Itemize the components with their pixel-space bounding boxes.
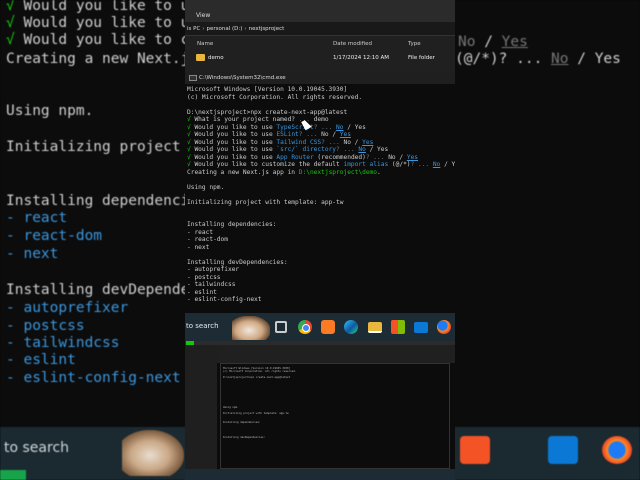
cmd-icon (189, 75, 197, 81)
terminal-line: - tailwindcss (187, 281, 236, 288)
terminal-line: (c) Microsoft Corporation. All rights re… (187, 93, 363, 101)
terminal-line: √ Would you like to customize the defaul… (187, 161, 455, 168)
thumbnail-line: Using npm. (223, 406, 239, 409)
column-date-modified[interactable]: Date modified (333, 41, 372, 47)
edge-icon[interactable] (344, 320, 358, 334)
bg-line: Initializing project w (6, 139, 199, 155)
mail-icon (548, 436, 578, 464)
chrome-icon[interactable] (298, 320, 312, 334)
thumbnail-explorer (217, 345, 455, 363)
taskbar: to search (185, 313, 455, 341)
bg-line: √ Would you like to use (6, 15, 207, 31)
terminal-line: √ Would you like to use Tailwind CSS? ..… (187, 138, 374, 146)
file-explorer-window: View is PC › personal (D:) › nextjsproject N… (185, 0, 455, 72)
column-name[interactable]: Name (197, 41, 213, 47)
bg-line: - react-dom (6, 228, 103, 244)
thumbnail-line: Installing dependencies: (223, 421, 261, 424)
file-name: demo (208, 55, 224, 61)
terminal-line: √ Would you like to use App Router (reco… (187, 153, 419, 161)
terminal-line: - autoprefixer (187, 266, 240, 273)
bg-line: Installing dependencie (6, 193, 199, 209)
bg-line: - eslint (6, 352, 76, 368)
explorer-menu-bar: View (185, 0, 455, 22)
terminal-line: Creating a new Next.js app in D:\nextjsp… (187, 168, 381, 176)
bg-line: Creating a new Next.js (6, 51, 199, 67)
bg-line: - tailwindcss (6, 335, 120, 351)
bg-line: - eslint-config-next (6, 370, 181, 386)
task-view-icon[interactable] (275, 321, 287, 333)
store-icon[interactable] (391, 320, 405, 334)
terminal-line: √ Would you like to use TypeScript? ... … (187, 123, 366, 131)
desktop-screen: View is PC › personal (D:) › nextjsproject N… (185, 0, 455, 480)
terminal-line: Using npm. (187, 183, 225, 191)
menu-view[interactable]: View (196, 12, 210, 19)
cmd-title: C:\Windows\System32\cmd.exe (199, 75, 286, 81)
terminal-line: √ Would you like to use ESLint? ... No /… (187, 131, 351, 138)
thumbnail-line: (c) Microsoft Corporation. All rights re… (223, 370, 297, 373)
bg-line: √ Would you like to use (6, 0, 207, 14)
terminal-line: √ Would you like to use `src/` directory… (187, 146, 389, 153)
column-headers: Name Date modified Type (185, 38, 455, 50)
bg-line: Using npm. (6, 103, 94, 119)
thumbnail-taskbar (185, 469, 455, 480)
cmd-window[interactable]: C:\Windows\System32\cmd.exe Microsoft Wi… (185, 72, 455, 310)
terminal-line: - react (187, 228, 214, 236)
thumbnail-cmd: Microsoft Windows [Version 10.0.19045.39… (220, 363, 450, 469)
desktop-thumbnail: Microsoft Windows [Version 10.0.19045.39… (185, 341, 455, 480)
thumbnail-sidebar (185, 345, 217, 469)
column-type[interactable]: Type (408, 41, 421, 47)
file-row[interactable]: demo 1/17/2024 12:10 AM File folder (188, 51, 452, 65)
bg-search-text: to search (4, 440, 70, 456)
terminal-line: - react-dom (187, 236, 228, 243)
search-fox-image (232, 316, 270, 340)
thumbnail-line: D:\nextjsproject>npx create-next-app@lat… (223, 376, 291, 379)
bg-line: - react (6, 210, 68, 226)
xampp-icon[interactable] (321, 320, 335, 334)
terminal-line: Initializing project with template: app-… (187, 198, 344, 206)
terminal-line: Installing dependencies: (187, 221, 277, 228)
store-icon (460, 436, 490, 464)
terminal-line: Installing devDependencies: (187, 258, 288, 266)
terminal-line: D:\nextjsproject>npx create-next-app@lat… (187, 108, 348, 116)
bg-line: Installing devDependen (6, 282, 199, 298)
firefox-icon[interactable] (437, 320, 451, 334)
bg-line: - postcss (6, 318, 85, 334)
terminal-line: Microsoft Windows [Version 10.0.19045.39… (187, 86, 348, 93)
bg-line: - next (6, 246, 59, 262)
taskbar-search[interactable]: to search (186, 322, 219, 330)
thumbnail-line: Installing devDependencies: (223, 436, 266, 439)
bg-line: - autoprefixer (6, 300, 129, 316)
breadcrumb-drive[interactable]: personal (D:) (207, 26, 243, 32)
cmd-title-bar: C:\Windows\System32\cmd.exe (185, 72, 455, 84)
file-type: File folder (408, 55, 435, 61)
file-explorer-icon[interactable] (368, 322, 382, 333)
thumbnail-line: Initializing project with template: app-… (223, 412, 289, 415)
firefox-icon (602, 436, 632, 464)
terminal-line: - next (187, 243, 210, 251)
bg-status-strip (0, 470, 26, 480)
folder-icon (196, 54, 205, 61)
bg-line: No / Yes (458, 34, 528, 50)
breadcrumb-pc[interactable]: is PC (187, 26, 200, 32)
mail-icon[interactable] (414, 322, 428, 333)
terminal-line: - postcss (187, 273, 221, 281)
fox-image (122, 430, 184, 476)
bg-line: (@/*)? ... No / Yes (455, 51, 621, 67)
terminal-line: - eslint-config-next (187, 296, 262, 303)
breadcrumb-folder[interactable]: nextjsproject (249, 26, 285, 32)
file-date: 1/17/2024 12:10 AM (333, 55, 390, 61)
address-bar[interactable]: is PC › personal (D:) › nextjsproject (185, 22, 455, 36)
bg-taskbar-icons (460, 430, 640, 476)
terminal-line: - eslint (187, 288, 217, 296)
